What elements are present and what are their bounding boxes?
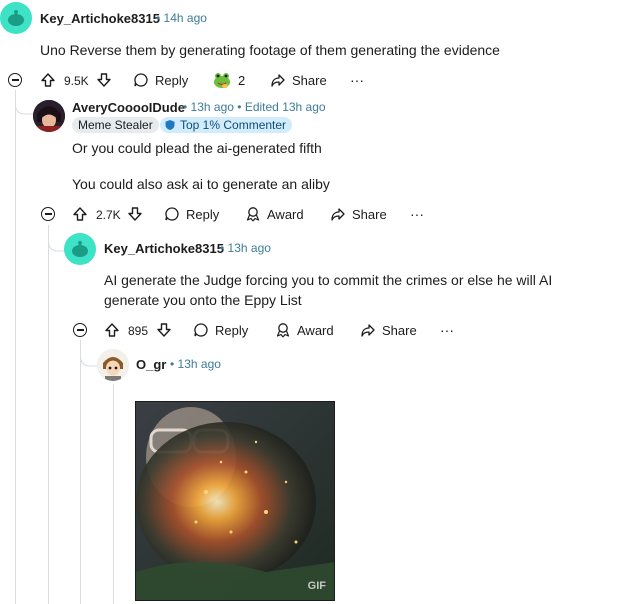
downvote-icon bbox=[157, 323, 171, 337]
share-icon bbox=[271, 74, 285, 87]
comment-bubble-icon bbox=[165, 207, 179, 221]
shield-icon bbox=[165, 120, 175, 130]
meta-dot: • bbox=[220, 241, 225, 255]
frog-award-icon bbox=[214, 73, 230, 88]
time-label[interactable]: 13h ago bbox=[178, 357, 221, 371]
meta-dot: • bbox=[170, 357, 175, 371]
edited-label: Edited 13h ago bbox=[244, 100, 326, 114]
comment-bubble-icon bbox=[134, 73, 148, 87]
upvote-button[interactable] bbox=[104, 322, 120, 338]
vote-count: 2.7K bbox=[96, 208, 121, 222]
collapse-button[interactable] bbox=[8, 73, 22, 87]
reply-button[interactable]: Reply bbox=[164, 206, 219, 222]
time-label[interactable]: 13h ago bbox=[228, 241, 271, 255]
comment-body-line: You could also ask ai to generate an ali… bbox=[72, 176, 330, 192]
vote-count: 9.5K bbox=[64, 74, 89, 88]
comment-username[interactable]: Key_Artichoke8315 bbox=[104, 241, 224, 256]
award-button[interactable]: 2 bbox=[212, 70, 245, 90]
upvote-button[interactable] bbox=[40, 72, 56, 88]
thread-line-4 bbox=[113, 384, 114, 604]
snoo-avatar-icon bbox=[8, 10, 24, 26]
more-options-button[interactable]: ··· bbox=[440, 322, 454, 338]
comment-bubble-icon bbox=[194, 323, 208, 337]
award-icon bbox=[246, 207, 260, 222]
award-label: Award bbox=[267, 206, 304, 222]
avatar[interactable] bbox=[33, 100, 65, 132]
reply-button[interactable]: Reply bbox=[133, 72, 188, 88]
award-count: 2 bbox=[238, 72, 246, 88]
comment-username[interactable]: O_gr bbox=[136, 357, 166, 372]
exploding-face-gif-image bbox=[136, 402, 334, 600]
comment-timestamp: • 14h ago bbox=[156, 11, 207, 25]
user-flair: Meme Stealer bbox=[72, 117, 159, 133]
collapse-button[interactable] bbox=[41, 207, 55, 221]
upvote-icon bbox=[73, 207, 87, 221]
downvote-icon bbox=[128, 207, 142, 221]
upvote-icon bbox=[41, 73, 55, 87]
thread-line-2 bbox=[48, 225, 49, 604]
reply-label: Reply bbox=[215, 322, 249, 338]
award-button[interactable]: Award bbox=[245, 206, 304, 222]
downvote-button[interactable] bbox=[156, 322, 172, 338]
avatar[interactable] bbox=[64, 233, 96, 265]
comment-timestamp: • 13h ago • Edited 13h ago bbox=[183, 100, 326, 114]
share-label: Share bbox=[352, 206, 387, 222]
meta-dot: • bbox=[156, 11, 161, 25]
time-label[interactable]: 13h ago bbox=[191, 100, 234, 114]
comment-timestamp: • 13h ago bbox=[220, 241, 271, 255]
meta-dot: • bbox=[237, 100, 242, 114]
share-button[interactable]: Share bbox=[360, 322, 417, 338]
downvote-icon bbox=[97, 73, 111, 87]
comment-body-line: Or you could plead the ai-generated fift… bbox=[72, 140, 322, 156]
thread-line-3 bbox=[80, 340, 81, 604]
award-button[interactable]: Award bbox=[275, 322, 334, 338]
avatar[interactable] bbox=[0, 2, 32, 34]
award-icon bbox=[276, 323, 290, 338]
share-button[interactable]: Share bbox=[270, 72, 327, 88]
reply-label: Reply bbox=[186, 206, 220, 222]
downvote-button[interactable] bbox=[127, 206, 143, 222]
gif-image[interactable]: GIF bbox=[135, 401, 335, 601]
comment-username[interactable]: Key_Artichoke8315 bbox=[40, 11, 160, 26]
vote-count: 895 bbox=[128, 324, 149, 338]
comment-timestamp: • 13h ago bbox=[170, 357, 221, 371]
upvote-icon bbox=[105, 323, 119, 337]
top-commenter-badge: Top 1% Commenter bbox=[160, 117, 293, 133]
reply-label: Reply bbox=[155, 72, 189, 88]
award-label: Award bbox=[297, 322, 334, 338]
meta-dot: • bbox=[183, 100, 188, 114]
thread-branch-1 bbox=[15, 90, 33, 115]
downvote-button[interactable] bbox=[96, 72, 112, 88]
gif-badge: GIF bbox=[307, 580, 326, 592]
anime-avatar-icon bbox=[33, 100, 65, 132]
thread-line-1 bbox=[15, 90, 16, 604]
upvote-button[interactable] bbox=[72, 206, 88, 222]
cartoon-avatar-icon bbox=[97, 349, 129, 381]
more-options-button[interactable]: ··· bbox=[350, 72, 364, 88]
share-icon bbox=[331, 208, 345, 221]
comment-body: AI generate the Judge forcing you to com… bbox=[104, 272, 553, 308]
share-label: Share bbox=[292, 72, 327, 88]
badge-label: Top 1% Commenter bbox=[180, 118, 287, 132]
collapse-button[interactable] bbox=[73, 323, 87, 337]
comment-username[interactable]: AveryCooooIDude bbox=[72, 100, 185, 115]
share-label: Share bbox=[382, 322, 417, 338]
share-button[interactable]: Share bbox=[330, 206, 387, 222]
reply-button[interactable]: Reply bbox=[193, 322, 248, 338]
comment-body: Uno Reverse them by generating footage o… bbox=[40, 42, 500, 58]
more-options-button[interactable]: ··· bbox=[410, 206, 424, 222]
avatar[interactable] bbox=[97, 349, 129, 381]
share-icon bbox=[361, 324, 375, 337]
time-label[interactable]: 14h ago bbox=[164, 11, 207, 25]
snoo-avatar-icon bbox=[72, 241, 88, 257]
